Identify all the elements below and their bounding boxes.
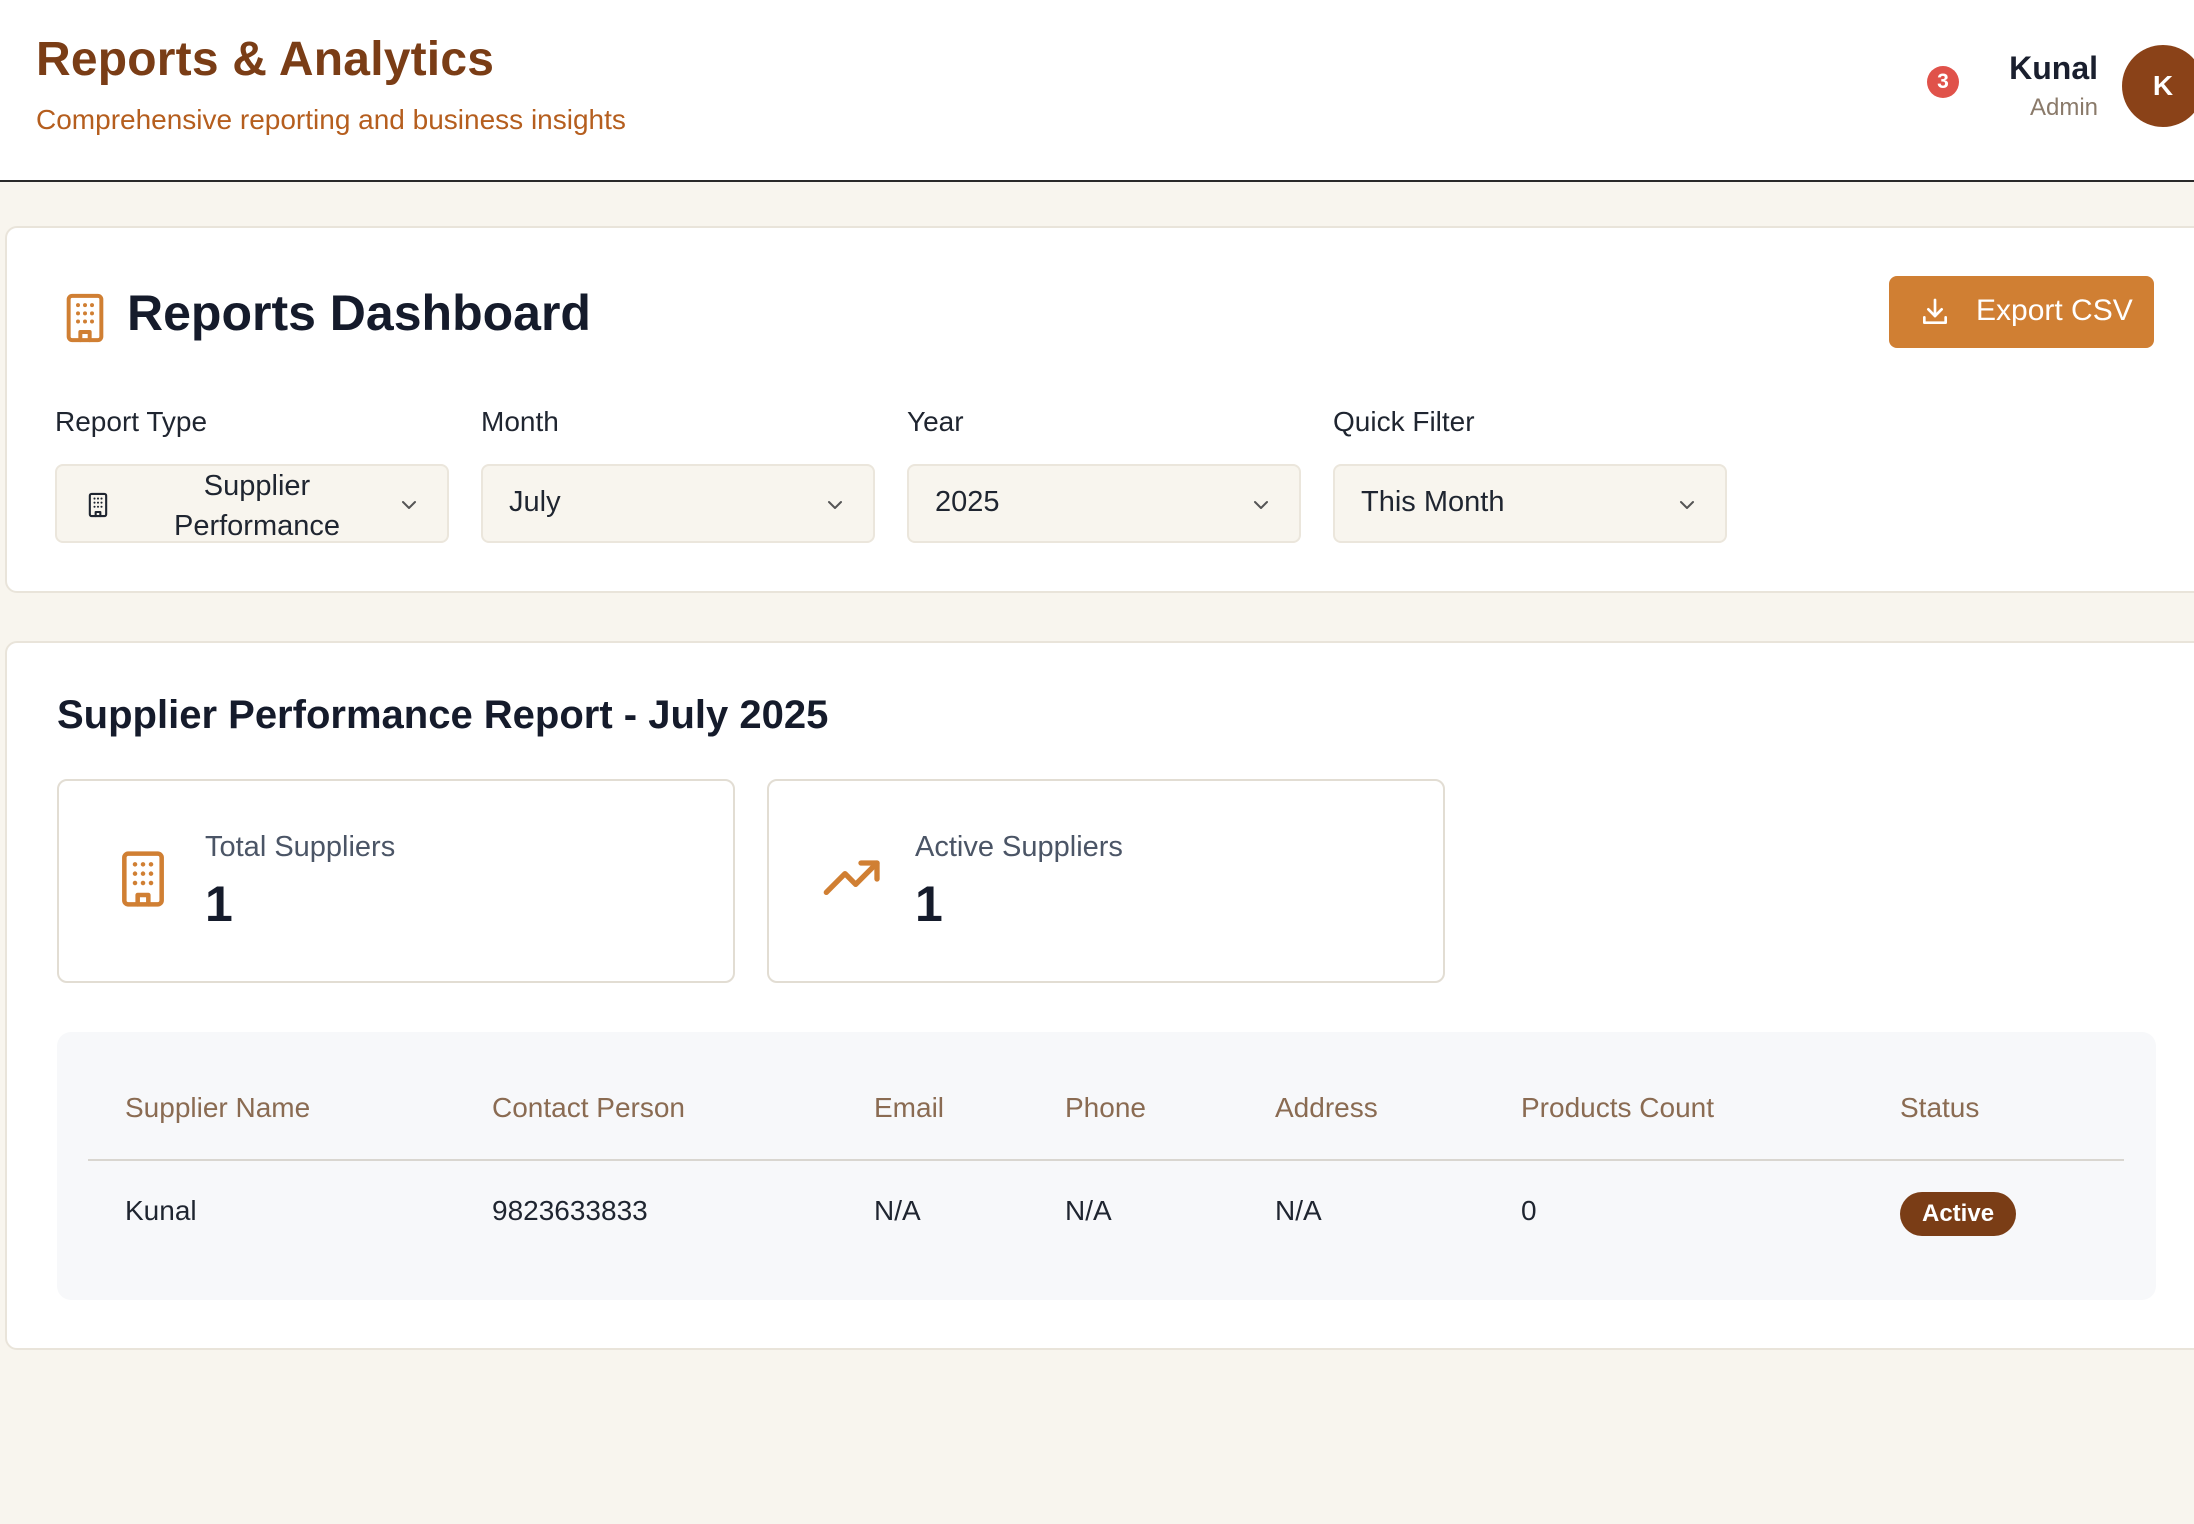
- user-role: Admin: [2029, 94, 2098, 121]
- avatar[interactable]: K: [2122, 45, 2194, 127]
- export-csv-button[interactable]: Export CSV: [1889, 276, 2154, 348]
- building-icon: [88, 492, 108, 518]
- supplier-table: Supplier Name Contact Person Email Phone…: [57, 1032, 2156, 1300]
- building-icon: [66, 293, 104, 343]
- status-badge: Active: [1900, 1192, 2017, 1236]
- stat-label: Active Suppliers: [915, 831, 1123, 863]
- year-select[interactable]: 2025: [907, 464, 1301, 543]
- cell-contact-person: 9823633833: [492, 1195, 648, 1226]
- cell-products-count: 0: [1521, 1195, 1537, 1226]
- chevron-down-icon: [1254, 501, 1268, 509]
- year-value: 2025: [935, 486, 1000, 518]
- report-type-select[interactable]: Supplier Performance: [55, 464, 449, 543]
- report-title: Supplier Performance Report - July 2025: [57, 693, 829, 737]
- top-header: Reports & Analytics Comprehensive report…: [0, 0, 2194, 182]
- month-select[interactable]: July: [481, 464, 875, 543]
- supplier-report-card: Supplier Performance Report - July 2025 …: [5, 641, 2194, 1350]
- cell-email: N/A: [874, 1195, 921, 1226]
- column-header-email[interactable]: Email: [874, 1092, 944, 1124]
- column-header-products-count[interactable]: Products Count: [1521, 1092, 1714, 1124]
- building-icon: [122, 851, 164, 907]
- column-header-phone[interactable]: Phone: [1065, 1092, 1146, 1124]
- dashboard-title: Reports Dashboard: [127, 285, 591, 341]
- column-header-supplier-name[interactable]: Supplier Name: [125, 1092, 310, 1124]
- active-suppliers-card: Active Suppliers 1: [767, 779, 1445, 983]
- stat-label: Total Suppliers: [205, 831, 396, 863]
- total-suppliers-card: Total Suppliers 1: [57, 779, 735, 983]
- quick-filter-value: This Month: [1361, 486, 1505, 518]
- page-title: Reports & Analytics: [36, 33, 495, 86]
- notification-badge[interactable]: 3: [1927, 66, 1959, 98]
- month-value: July: [509, 486, 561, 518]
- stat-value: 1: [205, 876, 233, 932]
- table-header-divider: [88, 1159, 2124, 1161]
- column-header-address[interactable]: Address: [1275, 1092, 1378, 1124]
- report-type-label: Report Type: [55, 406, 208, 437]
- quick-filter-select[interactable]: This Month: [1333, 464, 1727, 543]
- month-label: Month: [481, 406, 559, 437]
- chevron-down-icon: [828, 501, 842, 509]
- trending-up-icon: [823, 860, 880, 895]
- cell-phone: N/A: [1065, 1195, 1112, 1226]
- column-header-status[interactable]: Status: [1900, 1092, 1979, 1124]
- user-name: Kunal: [2009, 50, 2098, 86]
- export-csv-label: Export CSV: [1976, 294, 2133, 327]
- chevron-down-icon: [1680, 501, 1694, 509]
- quick-filter-label: Quick Filter: [1333, 406, 1475, 437]
- page-subtitle: Comprehensive reporting and business ins…: [36, 104, 626, 135]
- report-type-value: Supplier Performance: [173, 470, 340, 542]
- cell-supplier-name: Kunal: [125, 1195, 197, 1226]
- download-icon: [1923, 298, 1947, 324]
- reports-dashboard-card: Reports Dashboard Export CSV Report Type…: [5, 226, 2194, 593]
- cell-address: N/A: [1275, 1195, 1322, 1226]
- stat-value: 1: [915, 876, 943, 932]
- chevron-down-icon: [402, 501, 416, 509]
- column-header-contact-person[interactable]: Contact Person: [492, 1092, 685, 1124]
- year-label: Year: [907, 406, 964, 437]
